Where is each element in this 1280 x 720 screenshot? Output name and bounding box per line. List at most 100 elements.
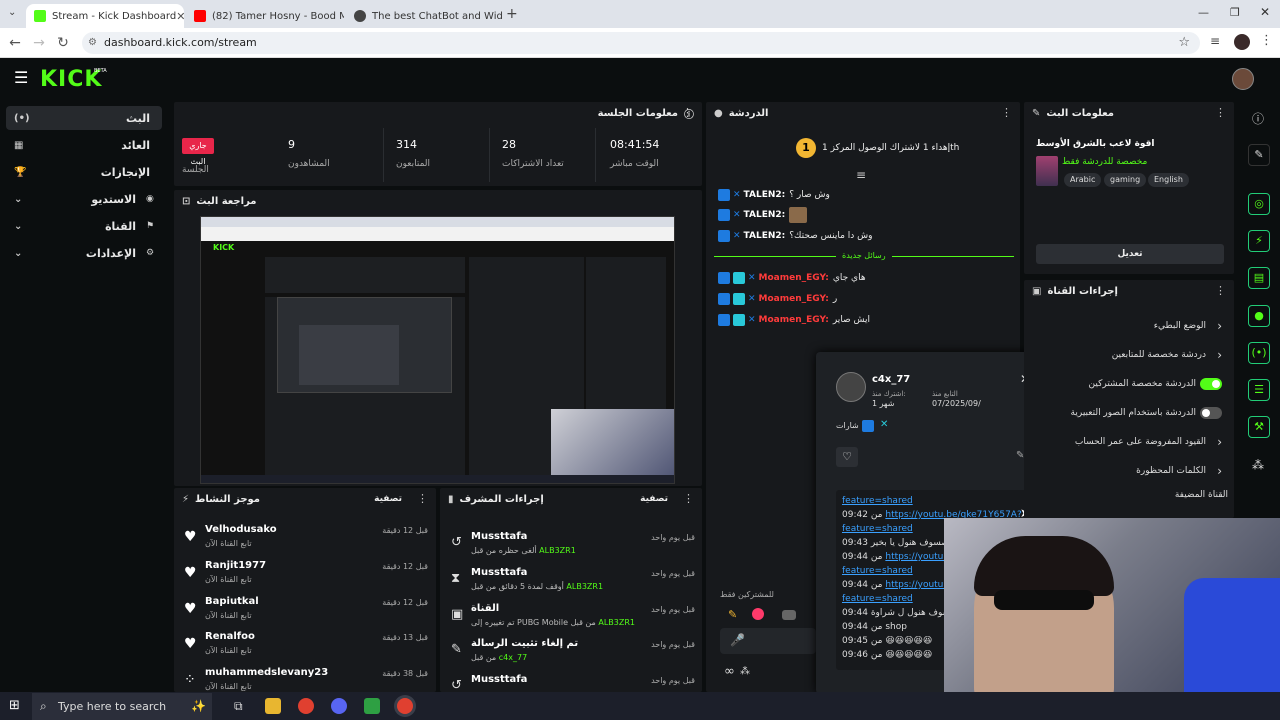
moderator-name[interactable]: c4x_77 bbox=[499, 653, 527, 662]
forward-icon[interactable]: → bbox=[30, 34, 48, 52]
wrench-icon[interactable]: ⚒ bbox=[1248, 416, 1270, 438]
more-options-icon[interactable]: ⋮ bbox=[683, 492, 694, 505]
follower-name[interactable]: muhammedslevany23 bbox=[205, 667, 328, 678]
list-icon[interactable]: ☰ bbox=[1248, 379, 1270, 401]
mod-action-title[interactable]: Mussttafa bbox=[471, 674, 527, 685]
chat-username[interactable]: TALEN2: bbox=[744, 210, 786, 220]
chat-bubble-icon[interactable]: ● bbox=[1248, 305, 1270, 327]
discord-icon[interactable] bbox=[331, 698, 347, 714]
camera-icon[interactable]: ◎ bbox=[1248, 193, 1270, 215]
chat-username[interactable]: Moamen_EGY: bbox=[759, 273, 829, 283]
emote-only-toggle[interactable] bbox=[1200, 407, 1222, 419]
host-channel-label[interactable]: القناة المضيفة bbox=[1030, 490, 1228, 500]
expand-pinned-icon[interactable]: ≡ bbox=[856, 168, 866, 182]
history-link[interactable]: https://youtu.b bbox=[885, 552, 952, 562]
profile-avatar[interactable] bbox=[1234, 34, 1250, 50]
follower-name[interactable]: Ranjit1977 bbox=[205, 560, 266, 571]
stream-video-preview[interactable]: KICK bbox=[200, 216, 675, 484]
windows-start-icon[interactable]: ⊞ bbox=[9, 698, 20, 713]
infinity-icon[interactable]: ∞ bbox=[724, 664, 735, 679]
history-link[interactable]: feature=shared bbox=[842, 566, 913, 576]
followers-only-row[interactable]: دردشة مخصصة للمتابعين › bbox=[1030, 341, 1230, 369]
chat-input[interactable]: 🎤 bbox=[720, 628, 816, 654]
pencil-icon[interactable]: ✎ bbox=[1248, 144, 1270, 166]
url-input[interactable]: ⚙ dashboard.kick.com/stream ☆ bbox=[82, 32, 1200, 54]
microphone-icon[interactable]: 🎤 bbox=[730, 633, 745, 647]
reading-list-icon[interactable]: ≡ bbox=[1210, 34, 1220, 48]
chat-message[interactable]: ✕ TALEN2: وش صار ؟ bbox=[718, 186, 830, 204]
tab-search-icon[interactable]: ⌄ bbox=[8, 7, 16, 18]
sidebar-item-studio[interactable]: ⌄ ◉ الاستديو bbox=[6, 187, 162, 211]
moderator-name[interactable]: ALB3ZR1 bbox=[566, 582, 603, 591]
slow-mode-row[interactable]: الوضع البطيء › bbox=[1030, 312, 1230, 340]
document-icon[interactable]: ▤ bbox=[1248, 267, 1270, 289]
new-tab-icon[interactable]: + bbox=[506, 6, 518, 22]
chat-username[interactable]: TALEN2: bbox=[744, 190, 786, 200]
sidebar-item-channel[interactable]: ⌄ ⚑ القناة bbox=[6, 214, 162, 238]
history-link[interactable]: feature=shared bbox=[842, 594, 913, 604]
sidebar-item-settings[interactable]: ⌄ ⚙ الإعدادات bbox=[6, 241, 162, 265]
more-options-icon[interactable]: ⋮ bbox=[1215, 106, 1226, 119]
close-window-icon[interactable]: ✕ bbox=[1260, 5, 1270, 19]
browser-tab-youtube[interactable]: (82) Tamer Hosny - Bood Moaa ✕ bbox=[186, 4, 344, 28]
site-info-icon[interactable]: ⚙ bbox=[88, 32, 97, 54]
moderator-name[interactable]: ALB3ZR1 bbox=[598, 618, 635, 627]
follower-name[interactable]: Velhodusako bbox=[205, 524, 277, 535]
settings-dots-icon[interactable]: ⁂ bbox=[740, 666, 750, 677]
emote-icon[interactable] bbox=[782, 610, 796, 620]
history-link[interactable]: feature=shared bbox=[842, 524, 913, 534]
info-icon[interactable]: ⓘ bbox=[1252, 110, 1264, 127]
chrome-icon[interactable] bbox=[298, 698, 314, 714]
popup-username[interactable]: c4x_77 bbox=[872, 374, 910, 385]
app-icon[interactable] bbox=[364, 698, 380, 714]
follow-heart-button[interactable]: ♡ bbox=[836, 447, 858, 467]
close-icon[interactable]: ✕ bbox=[176, 10, 184, 23]
broadcast-icon[interactable]: (•) bbox=[1248, 342, 1270, 364]
task-view-icon[interactable]: ⧉ bbox=[234, 699, 243, 714]
sidebar-item-achievements[interactable]: 🏆 الإنجازات bbox=[6, 160, 162, 184]
browser-tab-botrix[interactable]: The best ChatBot and Widgets ✕ bbox=[346, 4, 502, 28]
taskbar-search-input[interactable]: ⌕ Type here to search ✨ bbox=[32, 693, 212, 720]
mod-action-title[interactable]: Mussttafa bbox=[471, 531, 527, 542]
pinned-gift-message[interactable]: إهداء 1 لاشتراك الوصول المركز 1th bbox=[822, 143, 959, 153]
mod-action-title[interactable]: القناة bbox=[471, 603, 499, 614]
emote-icon[interactable] bbox=[752, 608, 764, 620]
history-link[interactable]: feature=shared bbox=[842, 496, 913, 506]
chat-username[interactable]: TALEN2: bbox=[744, 231, 786, 241]
chat-username[interactable]: Moamen_EGY: bbox=[759, 315, 829, 325]
tag-chip[interactable]: English bbox=[1148, 173, 1189, 187]
hamburger-menu-icon[interactable]: ☰ bbox=[14, 68, 28, 87]
mod-action-title[interactable]: Mussttafa bbox=[471, 567, 527, 578]
browser-menu-icon[interactable]: ⋮ bbox=[1260, 33, 1273, 48]
user-avatar[interactable] bbox=[1232, 68, 1254, 90]
minimize-icon[interactable]: — bbox=[1198, 6, 1209, 19]
emote-icon[interactable]: ✎ bbox=[728, 608, 737, 621]
account-age-row[interactable]: القيود المفروضة على عمر الحساب › bbox=[1030, 428, 1230, 456]
chrome-active-icon[interactable] bbox=[397, 698, 413, 714]
chat-message[interactable]: ✕ Moamen_EGY: ايش صاير bbox=[718, 311, 870, 329]
sidebar-item-stream[interactable]: (•) البث bbox=[6, 106, 162, 130]
back-icon[interactable]: ← bbox=[6, 34, 24, 52]
more-options-icon[interactable]: ⋮ bbox=[682, 106, 693, 119]
filter-button[interactable]: تصفية bbox=[640, 494, 668, 504]
browser-tab-kick[interactable]: Stream - Kick Dashboard ✕ bbox=[26, 4, 184, 28]
chat-message[interactable]: ✕ TALEN2: وش دا ماينس صحتك؟ bbox=[718, 227, 872, 245]
chat-message[interactable]: ✕ Moamen_EGY: هاي جاي bbox=[718, 269, 866, 287]
reload-icon[interactable]: ↻ bbox=[54, 34, 72, 52]
more-options-icon[interactable]: ⋮ bbox=[1001, 106, 1012, 119]
edit-stream-button[interactable]: تعديل bbox=[1036, 244, 1224, 264]
apps-icon[interactable]: ⁂ bbox=[1252, 458, 1264, 472]
subscribers-only-toggle[interactable] bbox=[1200, 378, 1222, 390]
more-options-icon[interactable]: ⋮ bbox=[1215, 284, 1226, 297]
history-link[interactable]: https://youtu.b bbox=[885, 580, 952, 590]
sidebar-item-revenue[interactable]: ▦ العائد bbox=[6, 133, 162, 157]
stream-category[interactable]: مخصصة للدردشة فقط bbox=[1062, 157, 1147, 167]
banned-words-row[interactable]: الكلمات المحظورة › bbox=[1030, 457, 1230, 485]
tag-chip[interactable]: Arabic bbox=[1064, 173, 1102, 187]
tag-chip[interactable]: gaming bbox=[1104, 173, 1147, 187]
restore-icon[interactable]: ❐ bbox=[1230, 6, 1240, 19]
moderator-name[interactable]: ALB3ZR1 bbox=[539, 546, 576, 555]
follower-name[interactable]: Bapiutkal bbox=[205, 596, 259, 607]
bookmark-star-icon[interactable]: ☆ bbox=[1178, 32, 1190, 54]
filter-button[interactable]: تصفية bbox=[374, 494, 402, 504]
